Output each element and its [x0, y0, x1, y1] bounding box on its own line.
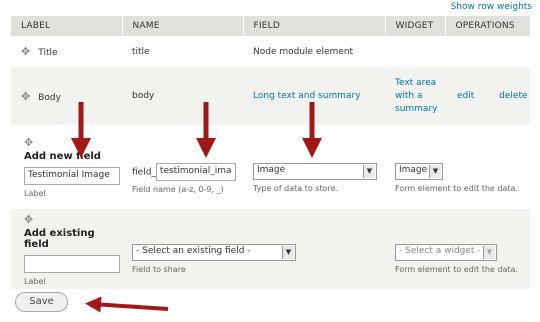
add-existing-field-heading: Add existing field [24, 227, 95, 250]
chevron-down-icon: ▼ [282, 246, 294, 259]
existing-widget-caption: Form element to edit the data. [395, 265, 518, 274]
widget-caption: Form element to edit the data. [395, 184, 518, 193]
field-type-caption: Type of data to store. [253, 184, 339, 193]
show-row-weights-link[interactable]: Show row weights [451, 2, 532, 12]
existing-field-caption: Field to share [132, 265, 186, 274]
drag-handle-icon[interactable]: ✥ [21, 90, 30, 103]
field-name-input[interactable]: testimonial_ima [155, 162, 236, 181]
field-name-caption: Field name (a-z, 0-9, _) [132, 184, 224, 194]
table-row-body: ✥ Body body Long text and summary Text ar… [11, 67, 530, 125]
column-header-label: LABEL [11, 16, 123, 36]
drag-handle-icon[interactable]: ✥ [21, 45, 30, 58]
chevron-down-icon: ▼ [483, 246, 495, 259]
edit-link[interactable]: edit [457, 91, 474, 101]
table-row-add-existing-field: ✥ Add existing field Label - Select an e… [11, 209, 530, 289]
table-row-title: ✥ Title title Node module element [11, 36, 530, 67]
field-type-select[interactable]: Image ▼ [253, 163, 377, 180]
drag-handle-icon[interactable]: ✥ [24, 136, 114, 149]
save-button[interactable]: Save [15, 292, 68, 312]
table-header: LABEL NAME FIELD WIDGET OPERATIONS [11, 16, 530, 36]
existing-widget-select[interactable]: - Select a widget - ▼ [395, 244, 497, 261]
add-new-field-heading: Add new field [24, 151, 101, 162]
column-header-field: FIELD [243, 16, 386, 36]
widget-link[interactable]: Text area with a summary [395, 78, 437, 114]
label-caption: Label [24, 189, 46, 198]
delete-link[interactable]: delete [499, 91, 527, 101]
chevron-down-icon: ▼ [363, 165, 375, 178]
chevron-down-icon: ▼ [429, 165, 441, 178]
manage-fields-table: LABEL NAME FIELD WIDGET OPERATIONS ✥ Titl… [11, 16, 530, 289]
existing-field-label-input[interactable] [24, 254, 120, 273]
annotation-arrow-save [85, 296, 169, 313]
new-field-label-input[interactable]: Testimonial Image [24, 167, 120, 185]
widget-select[interactable]: Image ▼ [395, 163, 443, 180]
drag-handle-icon[interactable]: ✥ [24, 213, 114, 226]
field-type-link[interactable]: Long text and summary [253, 91, 361, 101]
row-name: body [122, 67, 243, 125]
field-name-prefix: field_ [132, 167, 156, 177]
column-header-operations: OPERATIONS [445, 16, 530, 36]
row-label: Body [38, 92, 61, 103]
column-header-name: NAME [122, 16, 244, 36]
label-caption: Label [24, 276, 46, 286]
existing-field-select[interactable]: - Select an existing field - ▼ [132, 244, 296, 261]
row-label: Title [38, 48, 58, 58]
row-field: Node module element [243, 36, 385, 67]
table-row-add-new-field: ✥ Add new field Testimonial Image Label … [11, 125, 530, 209]
row-name: title [122, 36, 243, 67]
column-header-widget: WIDGET [385, 16, 446, 36]
